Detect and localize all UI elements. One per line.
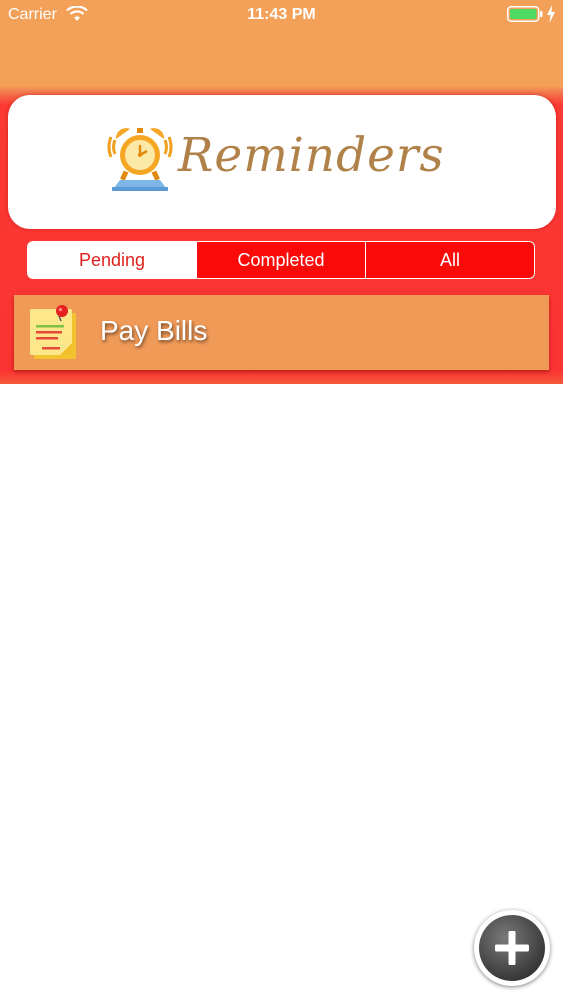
tab-pending-label: Pending bbox=[78, 249, 146, 270]
tab-pending[interactable]: Pending bbox=[28, 242, 196, 278]
filter-tabs: Pending Completed All bbox=[27, 241, 535, 279]
tab-completed[interactable]: Completed bbox=[196, 242, 365, 278]
alarm-clock-icon bbox=[107, 128, 173, 191]
charging-icon bbox=[547, 5, 555, 23]
sticky-note-icon bbox=[30, 305, 76, 359]
reminder-title: Pay Bills bbox=[100, 315, 208, 346]
reminders-screen: Carrier 11:43 PM Reminders Pending Compl… bbox=[0, 0, 563, 1000]
tab-all[interactable]: All bbox=[365, 242, 534, 278]
battery-icon bbox=[507, 6, 543, 22]
add-reminder-button[interactable] bbox=[474, 910, 550, 986]
app-title: Reminders bbox=[178, 128, 445, 183]
tab-all-label: All bbox=[439, 249, 460, 270]
reminder-list-item[interactable]: Pay Bills bbox=[14, 295, 549, 370]
plus-icon bbox=[495, 931, 529, 965]
tab-completed-label: Completed bbox=[237, 249, 325, 270]
status-bar: Carrier 11:43 PM bbox=[0, 0, 563, 30]
clock-time: 11:43 PM bbox=[247, 6, 316, 23]
add-button-face bbox=[479, 915, 545, 981]
